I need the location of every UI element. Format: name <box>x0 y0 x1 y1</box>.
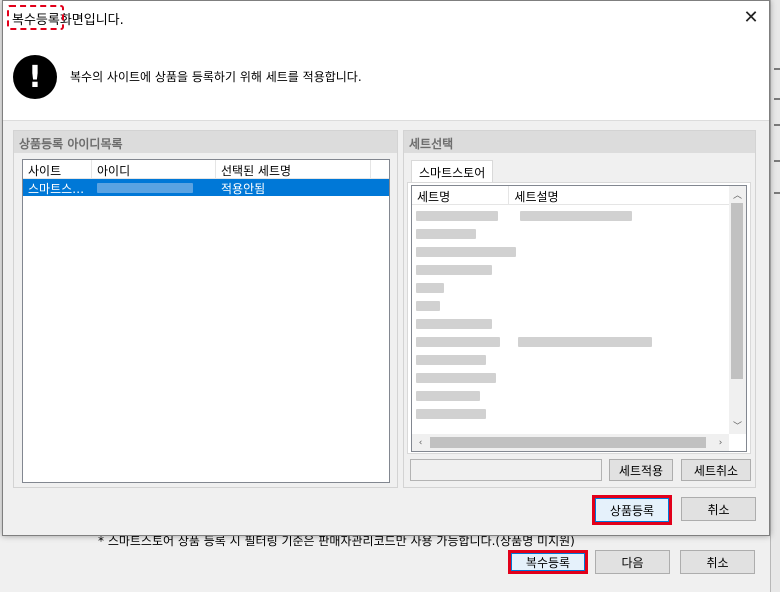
set-row-redacted[interactable] <box>416 280 444 293</box>
background-scroll-strip <box>770 0 780 592</box>
set-row-redacted[interactable] <box>416 262 492 275</box>
set-row-redacted[interactable] <box>416 406 486 419</box>
scroll-left-icon[interactable]: ‹ <box>412 434 429 451</box>
scroll-right-icon[interactable]: › <box>712 434 729 451</box>
column-filler <box>371 160 389 179</box>
title-highlight-marker <box>7 5 64 30</box>
strip-mark <box>774 124 780 126</box>
set-listview[interactable]: 세트명 세트설명 ︿ ﹀ ‹ › <box>411 185 747 452</box>
set-row-redacted[interactable] <box>416 316 492 329</box>
apply-set-button[interactable]: 세트적용 <box>609 459 673 481</box>
redacted-text <box>416 228 476 239</box>
redacted-text <box>416 372 496 383</box>
title-bar: 복수등록화면입니다. ✕ <box>3 1 769 33</box>
row-site: 스마트스… <box>28 182 85 196</box>
set-row-redacted[interactable] <box>416 298 440 311</box>
row-id-redacted <box>92 179 216 196</box>
set-row-redacted[interactable] <box>416 388 480 401</box>
set-selection-header: 세트선택 <box>404 131 755 153</box>
set-row-redacted[interactable] <box>416 226 476 239</box>
vertical-scroll-thumb[interactable] <box>731 203 743 379</box>
set-row-redacted[interactable] <box>416 208 632 221</box>
multi-register-button[interactable]: 복수등록 <box>508 550 588 574</box>
cancel-set-button[interactable]: 세트취소 <box>681 459 751 481</box>
scroll-up-icon[interactable]: ︿ <box>729 186 746 203</box>
smartstore-tab-panel: 세트명 세트설명 ︿ ﹀ ‹ › <box>407 182 751 454</box>
set-selection-group: 세트선택 스마트스토어 세트명 세트설명 ︿ ﹀ ‹ › 세트적용 세트취소 <box>403 130 756 488</box>
strip-mark <box>774 192 780 194</box>
set-list-horizontal-scrollbar[interactable]: ‹ › <box>412 434 729 451</box>
register-product-button[interactable]: 상품등록 <box>592 495 672 525</box>
strip-mark <box>774 98 780 100</box>
register-product-label: 상품등록 <box>595 498 669 522</box>
dialog-cancel-button[interactable]: 취소 <box>681 497 756 521</box>
info-area: ! 복수의 사이트에 상품을 등록하기 위해 세트를 적용합니다. <box>3 33 769 121</box>
info-message: 복수의 사이트에 상품을 등록하기 위해 세트를 적용합니다. <box>70 70 362 84</box>
column-set-description[interactable]: 세트설명 <box>509 186 729 205</box>
horizontal-scroll-thumb[interactable] <box>430 437 706 448</box>
column-site[interactable]: 사이트 <box>23 160 92 179</box>
next-button[interactable]: 다음 <box>595 550 670 574</box>
redacted-text <box>416 264 492 275</box>
alert-icon: ! <box>13 55 57 99</box>
set-list-vertical-scrollbar[interactable]: ︿ ﹀ <box>729 186 746 434</box>
redacted-text <box>416 318 492 329</box>
column-selected-set[interactable]: 선택된 세트명 <box>216 160 371 179</box>
tab-smartstore[interactable]: 스마트스토어 <box>411 160 494 183</box>
close-icon[interactable]: ✕ <box>739 5 763 29</box>
column-set-name[interactable]: 세트명 <box>412 186 510 205</box>
redacted-text <box>416 300 440 311</box>
redacted-text <box>416 210 498 221</box>
set-name-field[interactable] <box>410 459 602 481</box>
account-list-header: 상품등록 아이디목록 <box>14 131 397 153</box>
redacted-id <box>97 182 193 193</box>
set-row-redacted[interactable] <box>416 244 516 257</box>
scroll-down-icon[interactable]: ﹀ <box>729 417 746 434</box>
strip-mark <box>774 160 780 162</box>
redacted-text <box>416 354 486 365</box>
account-list-group: 상품등록 아이디목록 사이트 아이디 선택된 세트명 스마트스… 적용안됨 <box>13 130 398 488</box>
redacted-text <box>519 210 632 221</box>
set-row-redacted[interactable] <box>416 334 652 347</box>
row-status: 적용안됨 <box>221 182 266 196</box>
redacted-text <box>416 408 486 419</box>
background-cancel-button[interactable]: 취소 <box>680 550 755 574</box>
multi-register-label: 복수등록 <box>511 553 585 571</box>
strip-mark <box>774 68 780 70</box>
redacted-text <box>416 246 516 257</box>
account-row[interactable]: 스마트스… 적용안됨 <box>23 179 389 196</box>
account-listview[interactable]: 사이트 아이디 선택된 세트명 스마트스… 적용안됨 <box>22 159 390 483</box>
redacted-text <box>517 336 652 347</box>
set-list-columns: 세트명 세트설명 <box>412 186 729 205</box>
redacted-text <box>416 282 444 293</box>
redacted-text <box>416 390 480 401</box>
multi-register-dialog: 복수등록화면입니다. ✕ ! 복수의 사이트에 상품을 등록하기 위해 세트를 … <box>2 0 770 536</box>
set-row-redacted[interactable] <box>416 370 496 383</box>
account-list-columns: 사이트 아이디 선택된 세트명 <box>23 160 389 179</box>
column-id[interactable]: 아이디 <box>92 160 216 179</box>
redacted-text <box>416 336 500 347</box>
set-row-redacted[interactable] <box>416 352 486 365</box>
